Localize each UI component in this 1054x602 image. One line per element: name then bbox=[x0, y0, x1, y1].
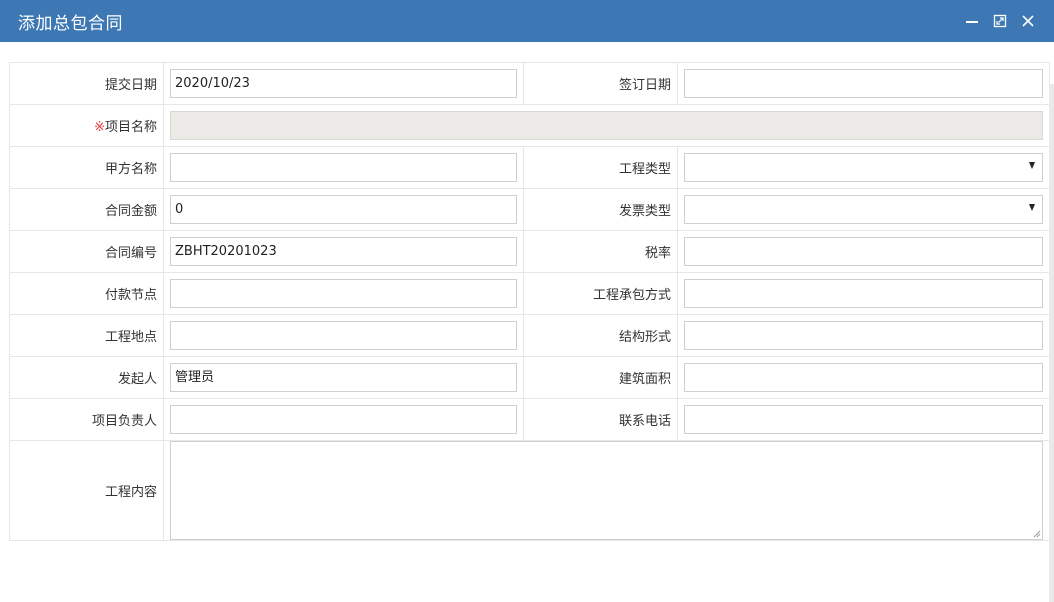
form-row: 付款节点 工程承包方式 bbox=[9, 272, 1050, 315]
project-manager-label: 项目负责人 bbox=[9, 398, 164, 441]
contract-amount-label: 合同金额 bbox=[9, 188, 164, 231]
form-row: 合同编号 ZBHT20201023 税率 bbox=[9, 230, 1050, 273]
vertical-scrollbar[interactable] bbox=[1049, 84, 1054, 602]
form-row: 项目负责人 联系电话 bbox=[9, 398, 1050, 441]
structure-form-label: 结构形式 bbox=[523, 314, 678, 357]
maximize-icon bbox=[993, 14, 1007, 28]
form-row: ※项目名称 bbox=[9, 104, 1050, 147]
form-row: 工程地点 结构形式 bbox=[9, 314, 1050, 357]
project-name-label: 项目名称 bbox=[104, 120, 157, 135]
submit-date-field[interactable]: 2020/10/23 bbox=[170, 69, 517, 98]
form-row: 甲方名称 工程类型 bbox=[9, 146, 1050, 189]
close-button[interactable] bbox=[1014, 0, 1042, 42]
submit-date-label: 提交日期 bbox=[9, 62, 164, 105]
contracting-mode-field[interactable] bbox=[684, 279, 1043, 308]
close-icon bbox=[1022, 15, 1034, 27]
contact-phone-field[interactable] bbox=[684, 405, 1043, 434]
dropdown-arrow-icon bbox=[1029, 162, 1035, 169]
project-name-field[interactable] bbox=[170, 111, 1043, 140]
structure-form-field[interactable] bbox=[684, 321, 1043, 350]
required-mark: ※ bbox=[94, 120, 105, 135]
party-a-field[interactable] bbox=[170, 153, 517, 182]
form-row: 发起人 管理员 建筑面积 bbox=[9, 356, 1050, 399]
payment-node-label: 付款节点 bbox=[9, 272, 164, 315]
maximize-button[interactable] bbox=[986, 0, 1014, 42]
party-a-label: 甲方名称 bbox=[9, 146, 164, 189]
sign-date-field[interactable] bbox=[684, 69, 1043, 98]
contract-no-field[interactable]: ZBHT20201023 bbox=[170, 237, 517, 266]
initiator-label: 发起人 bbox=[9, 356, 164, 399]
contract-no-label: 合同编号 bbox=[9, 230, 164, 273]
invoice-type-label: 发票类型 bbox=[523, 188, 678, 231]
window-controls bbox=[958, 0, 1042, 42]
project-manager-field[interactable] bbox=[170, 405, 517, 434]
project-type-select[interactable] bbox=[684, 153, 1043, 182]
building-area-label: 建筑面积 bbox=[523, 356, 678, 399]
sign-date-label: 签订日期 bbox=[523, 62, 678, 105]
payment-node-field[interactable] bbox=[170, 279, 517, 308]
initiator-field[interactable]: 管理员 bbox=[170, 363, 517, 392]
invoice-type-select[interactable] bbox=[684, 195, 1043, 224]
form-row: 提交日期 2020/10/23 签订日期 bbox=[9, 62, 1050, 105]
project-name-label-cell: ※项目名称 bbox=[9, 104, 164, 147]
dialog-title: 添加总包合同 bbox=[18, 13, 123, 34]
dropdown-arrow-icon bbox=[1029, 204, 1035, 211]
minimize-button[interactable] bbox=[958, 0, 986, 42]
dialog-titlebar: 添加总包合同 bbox=[0, 0, 1054, 42]
project-location-label: 工程地点 bbox=[9, 314, 164, 357]
resize-grip-icon[interactable] bbox=[1031, 528, 1041, 538]
project-content-label: 工程内容 bbox=[9, 440, 164, 541]
tax-rate-field[interactable] bbox=[684, 237, 1043, 266]
building-area-field[interactable] bbox=[684, 363, 1043, 392]
contract-form: 提交日期 2020/10/23 签订日期 ※项目名称 甲方名称 工程类型 合同金… bbox=[9, 62, 1050, 541]
form-row: 工程内容 bbox=[9, 440, 1050, 541]
project-type-label: 工程类型 bbox=[523, 146, 678, 189]
contracting-mode-label: 工程承包方式 bbox=[523, 272, 678, 315]
minimize-icon bbox=[966, 21, 978, 23]
form-row: 合同金额 0 发票类型 bbox=[9, 188, 1050, 231]
contract-amount-field[interactable]: 0 bbox=[170, 195, 517, 224]
dialog-body: 提交日期 2020/10/23 签订日期 ※项目名称 甲方名称 工程类型 合同金… bbox=[0, 42, 1054, 602]
contact-phone-label: 联系电话 bbox=[523, 398, 678, 441]
project-location-field[interactable] bbox=[170, 321, 517, 350]
tax-rate-label: 税率 bbox=[523, 230, 678, 273]
project-content-textarea[interactable] bbox=[170, 441, 1043, 540]
